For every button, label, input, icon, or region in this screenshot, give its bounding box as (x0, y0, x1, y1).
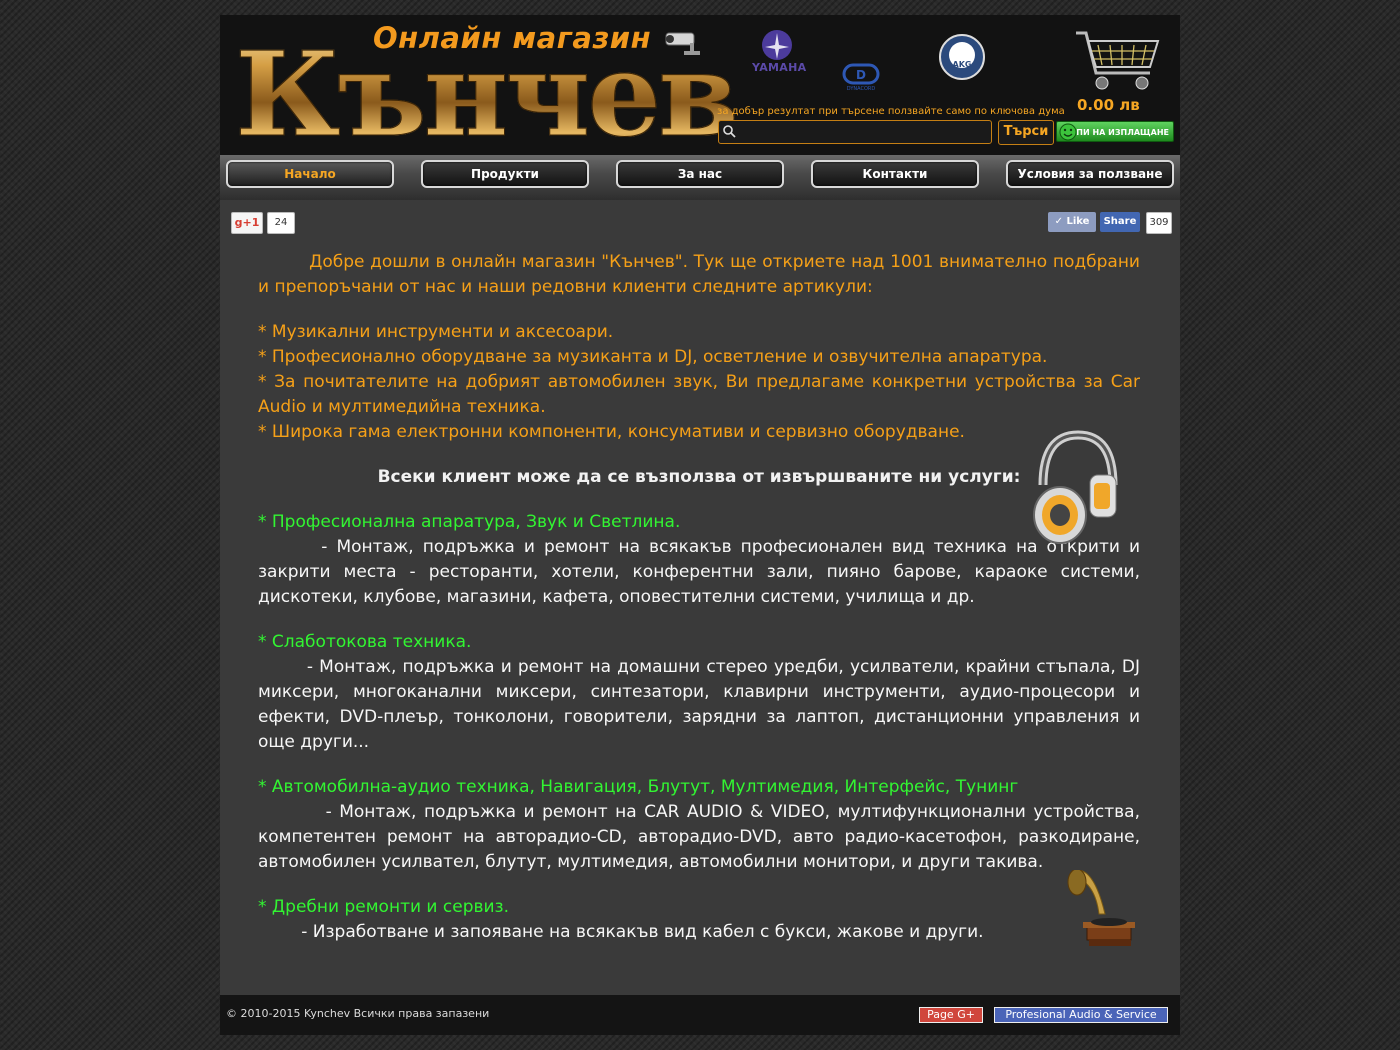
pay-button-label: КУПИ НА ИЗПЛАЩАНЕ (1063, 128, 1169, 137)
svg-text:DYNACORD: DYNACORD (847, 86, 876, 91)
nav-item-about[interactable]: За нас (616, 160, 784, 188)
service-title: * Автомобилна-аудио техника, Навигация, … (258, 777, 1019, 797)
facebook-share-button[interactable]: Share (1100, 212, 1140, 232)
header: Кънчев Онлайн магазин YAMAHA D DYNACORD … (220, 15, 1180, 164)
intro-text-block: Добре дошли в онлайн магазин "Кънчев". Т… (258, 250, 1140, 945)
smiley-face-icon (1059, 123, 1077, 141)
search-hint: за добър резултат при търсене ползвайте … (717, 106, 1065, 117)
google-plus-button[interactable]: g+1 (231, 212, 263, 234)
search-icon (723, 125, 736, 138)
service-title: * Професионална апаратура, Звук и Светли… (258, 512, 681, 532)
product-bullet: * Професионално оборудване за музиканта … (258, 347, 1048, 367)
nav-item-home[interactable]: Начало (226, 160, 394, 188)
security-camera-icon (665, 32, 700, 55)
services-heading: Всеки клиент може да се възползва от изв… (377, 467, 1021, 487)
main-navigation: Начало Продукти За нас Контакти Условия … (220, 155, 1180, 200)
buy-on-installments-button[interactable]: КУПИ НА ИЗПЛАЩАНЕ (1056, 121, 1174, 142)
page: Кънчев Онлайн магазин YAMAHA D DYNACORD … (220, 15, 1180, 1035)
headphones-icon (1033, 430, 1118, 544)
main-content: g+1 24 ✓ Like Share 309 Добре дошли в он… (220, 200, 1180, 995)
fb-like-label: Like (1066, 216, 1090, 227)
product-bullet: * Широка гама електронни компоненти, кон… (258, 422, 965, 442)
search-box (718, 120, 992, 144)
service-title: * Слаботокова техника. (258, 632, 472, 652)
service-description: - Монтаж, подръжка и ремонт на CAR AUDIO… (258, 802, 1140, 872)
shopping-cart-icon[interactable] (1070, 23, 1165, 99)
copyright-text: © 2010-2015 Kynchev Всички права запазен… (226, 1007, 490, 1020)
svg-text:D: D (856, 68, 866, 82)
google-plus-page-link[interactable]: Page G+ (919, 1007, 983, 1023)
product-bullet: * За почитателите на добрият автомобилен… (258, 372, 1140, 417)
gramophone-icon (1067, 870, 1135, 946)
service-description: - Изработване и запояване на всякакъв ви… (258, 922, 984, 942)
professional-audio-link[interactable]: Profesional Audio & Service (994, 1007, 1168, 1023)
product-bullet: * Музикални инструменти и аксесоари. (258, 322, 614, 342)
svg-text:AKG: AKG (953, 60, 972, 69)
gplus-label: +1 (242, 216, 260, 229)
yamaha-logo-text: YAMAHA (752, 61, 807, 74)
service-description: - Монтаж, подръжка и ремонт на всякакъв … (258, 537, 1140, 607)
logo-subtitle: Онлайн магазин (373, 21, 652, 55)
service-title: * Дребни ремонти и сервиз. (258, 897, 509, 917)
search-input[interactable] (739, 122, 991, 142)
yamaha-logo-icon[interactable] (758, 27, 796, 63)
akg-logo-icon[interactable]: AKG (938, 33, 986, 81)
footer: © 2010-2015 Kynchev Всички права запазен… (220, 995, 1180, 1035)
facebook-share-count: 309 (1146, 212, 1172, 234)
service-description: - Монтаж, подръжка и ремонт на домашни с… (258, 657, 1140, 752)
intro-paragraph: Добре дошли в онлайн магазин "Кънчев". Т… (258, 252, 1140, 297)
google-plus-count: 24 (267, 212, 295, 234)
cart-total[interactable]: 0.00 лв (1077, 96, 1140, 114)
nav-item-contacts[interactable]: Контакти (811, 160, 979, 188)
facebook-like-button[interactable]: ✓ Like (1048, 212, 1096, 232)
search-button[interactable]: Търси (998, 120, 1054, 145)
dynacord-logo-icon[interactable]: D DYNACORD (836, 63, 886, 91)
nav-item-terms[interactable]: Условия за ползване (1006, 160, 1174, 188)
nav-item-products[interactable]: Продукти (421, 160, 589, 188)
